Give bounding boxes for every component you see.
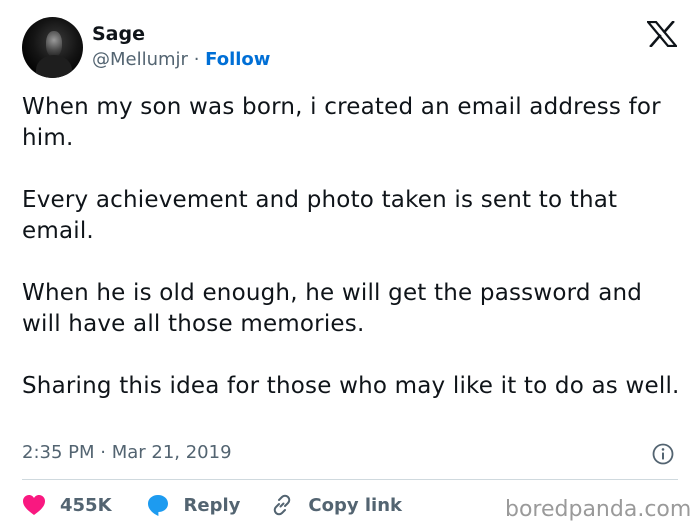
like-count: 455K (60, 494, 112, 516)
author-handle[interactable]: @Mellumjr (92, 49, 188, 70)
reply-label: Reply (183, 494, 241, 516)
reply-button[interactable]: Reply (146, 493, 241, 517)
copy-link-button[interactable]: Copy link (270, 493, 402, 517)
tweet-paragraph: When my son was born, i created an email… (22, 94, 661, 151)
like-button[interactable]: 455K (22, 494, 112, 516)
tweet-text: When my son was born, i created an email… (22, 92, 684, 402)
heart-icon (23, 495, 45, 515)
avatar[interactable] (22, 17, 83, 78)
author-handle-row: @Mellumjr · Follow (92, 48, 270, 72)
link-icon (274, 494, 291, 516)
tweet-paragraph: Every achievement and photo taken is sen… (22, 187, 618, 244)
copy-link-label: Copy link (308, 494, 402, 516)
info-icon[interactable] (652, 443, 674, 465)
divider (22, 479, 678, 480)
tweet-paragraph: When he is old enough, he will get the p… (22, 280, 643, 337)
avatar-face (46, 31, 62, 57)
avatar-shoulders (36, 55, 72, 78)
watermark: boredpanda.com (505, 497, 692, 522)
tweet-paragraph: Sharing this idea for those who may like… (22, 373, 680, 399)
author-name[interactable]: Sage (92, 22, 145, 46)
tweet-timestamp[interactable]: 2:35 PM · Mar 21, 2019 (22, 441, 232, 465)
action-bar: 455K Reply Copy link (22, 490, 402, 520)
x-logo-icon[interactable] (647, 21, 677, 47)
follow-button[interactable]: Follow (205, 49, 270, 70)
handle-separator: · (193, 49, 200, 70)
speech-bubble-icon (147, 495, 168, 516)
